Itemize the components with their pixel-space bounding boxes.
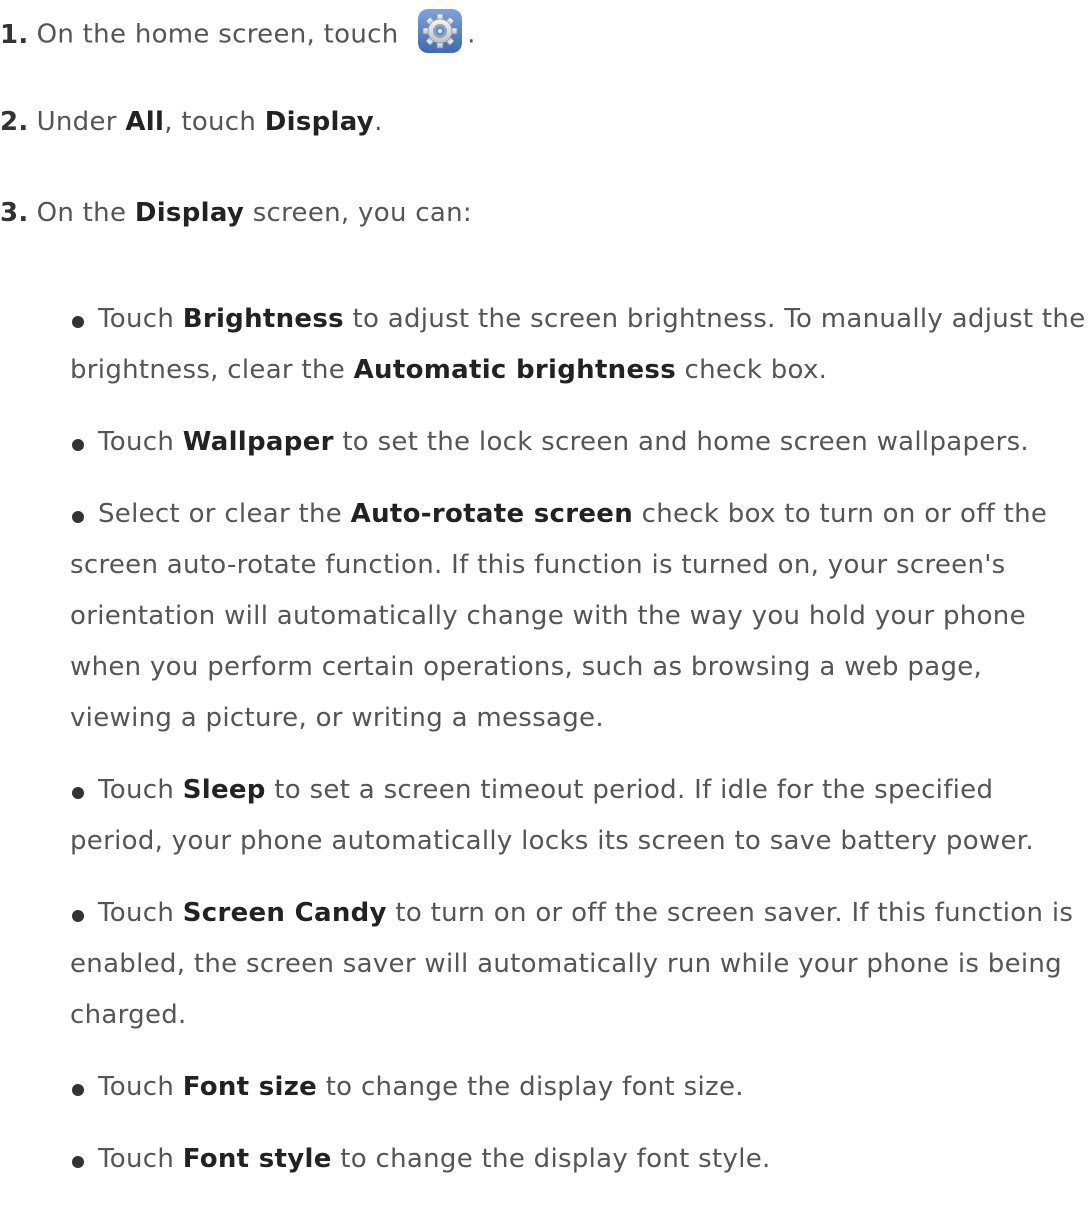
step-2: 2. Under All, touch Display. (0, 105, 383, 139)
text-run: Touch (98, 1072, 183, 1102)
text-run: Touch (98, 427, 183, 457)
ui-term-font-style: Font style (182, 1144, 332, 1174)
list-item-font-size: Touch Font size to change the display fo… (70, 1062, 1092, 1113)
text-run: to set the lock screen and home screen w… (333, 427, 1029, 457)
ui-term-auto-rotate-screen: Auto-rotate screen (350, 499, 634, 529)
settings-gear-icon (417, 8, 463, 54)
step-text: , touch (164, 107, 265, 137)
text-run: Touch (98, 304, 183, 334)
options-list: Touch Brightness to adjust the screen br… (70, 294, 1092, 1206)
ui-term-brightness: Brightness (182, 304, 344, 334)
list-item-text: Touch Font size to change the display fo… (70, 1062, 1092, 1113)
step-number: 1. (0, 19, 29, 50)
bullet-dot (72, 511, 84, 523)
bullet-dot (72, 1156, 84, 1168)
step-text-end: . (467, 19, 476, 50)
ui-term-all: All (125, 107, 165, 137)
step-text: . (374, 107, 383, 137)
text-run: check box. (675, 355, 828, 385)
list-item-text: Touch Font style to change the display f… (70, 1134, 1092, 1185)
step-3: 3. On the Display screen, you can: (0, 196, 472, 230)
text-run: Select or clear the (98, 499, 351, 529)
step-text: Under (36, 107, 126, 137)
list-item-text: Touch Brightness to adjust the screen br… (70, 294, 1092, 396)
step-number: 3. (0, 198, 29, 228)
list-item-wallpaper: Touch Wallpaper to set the lock screen a… (70, 417, 1092, 468)
list-item-sleep: Touch Sleep to set a screen timeout peri… (70, 765, 1092, 867)
text-run: to change the display font size. (317, 1072, 744, 1102)
text-run: check box to turn on or off the screen a… (70, 499, 1048, 733)
ui-term-display: Display (134, 198, 245, 228)
list-item-text: Select or clear the Auto-rotate screen c… (70, 489, 1092, 744)
bullet-dot (72, 316, 84, 328)
ui-term-automatic-brightness: Automatic brightness (353, 355, 676, 385)
list-item-screen-candy: Touch Screen Candy to turn on or off the… (70, 888, 1092, 1041)
list-item-auto-rotate: Select or clear the Auto-rotate screen c… (70, 489, 1092, 744)
ui-term-font-size: Font size (182, 1072, 318, 1102)
list-item-font-style: Touch Font style to change the display f… (70, 1134, 1092, 1185)
bullet-dot (72, 910, 84, 922)
ui-term-wallpaper: Wallpaper (182, 427, 334, 457)
text-run: Touch (98, 898, 183, 928)
bullet-dot (72, 787, 84, 799)
bullet-dot (72, 1084, 84, 1096)
text-run: Touch (98, 775, 183, 805)
ui-term-screen-candy: Screen Candy (182, 898, 387, 928)
step-1: 1. On the home screen, touch . (0, 9, 476, 54)
bullet-dot (72, 439, 84, 451)
list-item-text: Touch Screen Candy to turn on or off the… (70, 888, 1092, 1041)
instructions-document: 1. On the home screen, touch . 2. Under … (0, 0, 1092, 1174)
text-run: Touch (98, 1144, 183, 1174)
step-text: screen, you can: (244, 198, 472, 228)
list-item-brightness: Touch Brightness to adjust the screen br… (70, 294, 1092, 396)
list-item-text: Touch Wallpaper to set the lock screen a… (70, 417, 1092, 468)
ui-term-sleep: Sleep (182, 775, 266, 805)
list-item-text: Touch Sleep to set a screen timeout peri… (70, 765, 1092, 867)
step-text: On the (36, 198, 135, 228)
step-text: On the home screen, touch (36, 19, 399, 50)
ui-term-display: Display (264, 107, 375, 137)
text-run: to change the display font style. (331, 1144, 771, 1174)
step-number: 2. (0, 107, 29, 137)
